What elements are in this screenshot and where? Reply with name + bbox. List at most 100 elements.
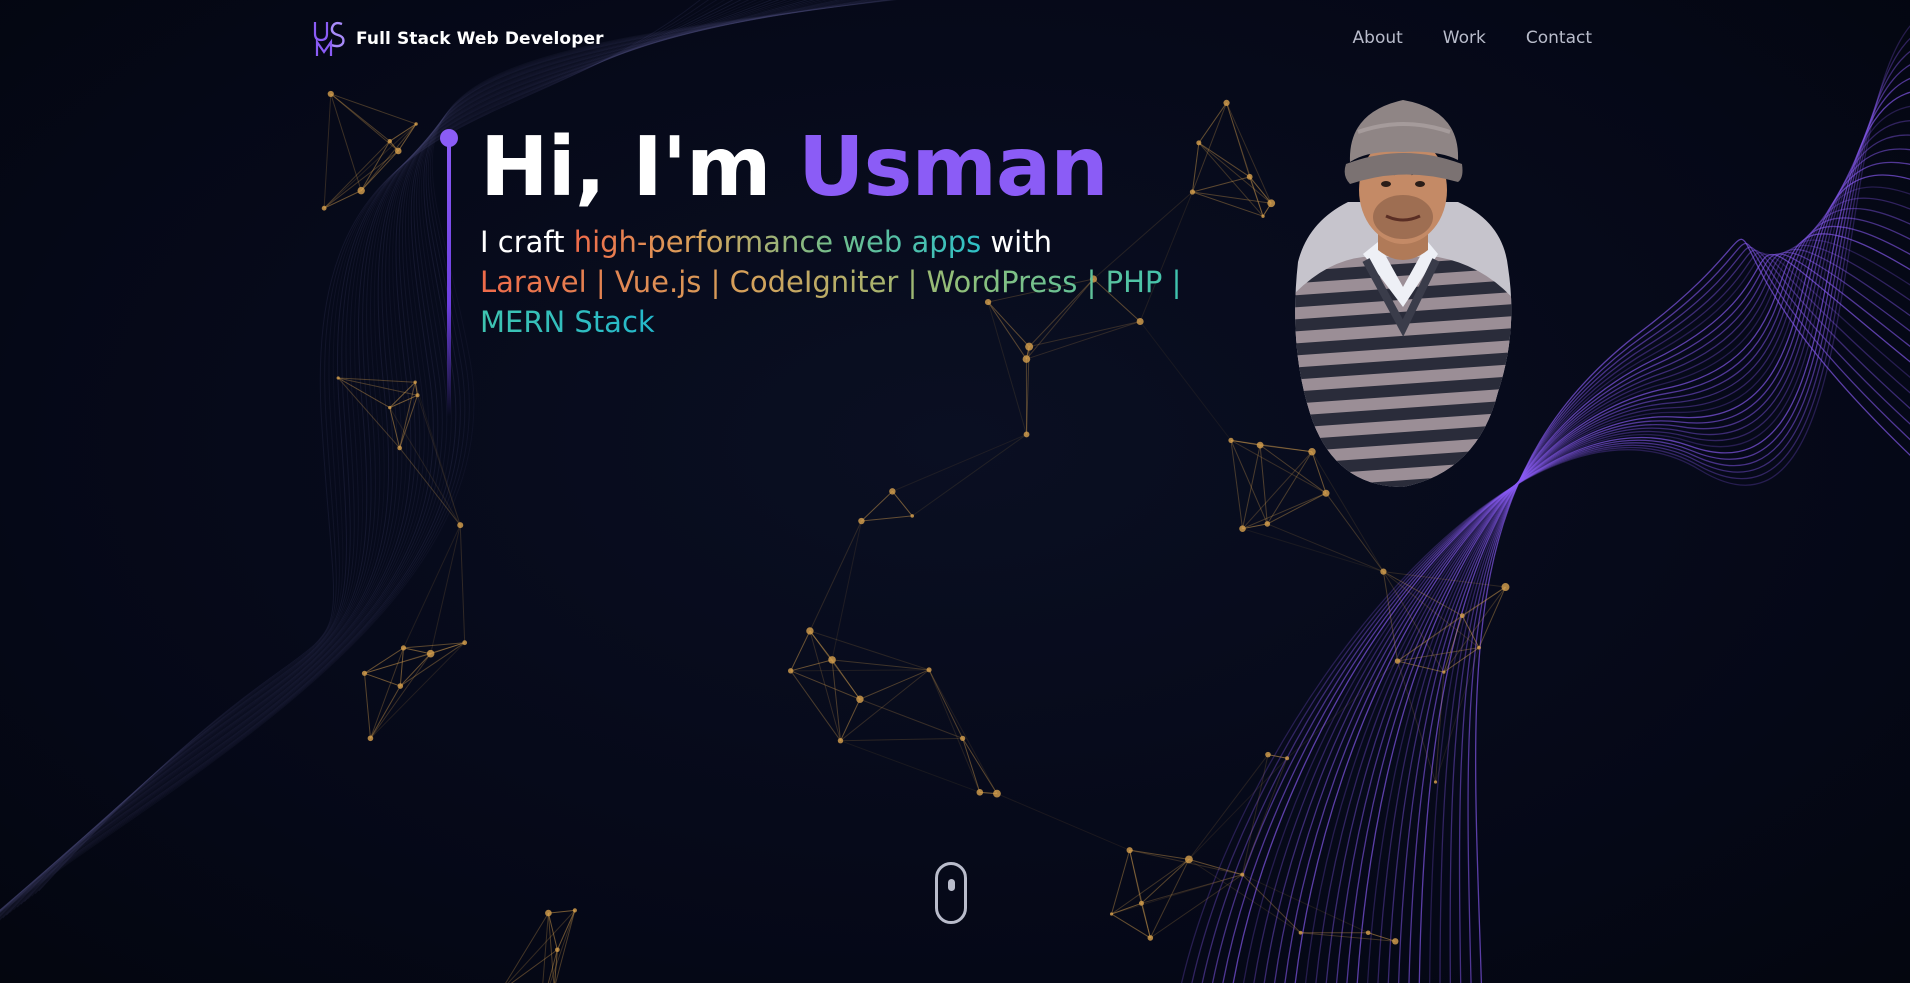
network-link — [1242, 492, 1327, 530]
network-node — [1025, 342, 1034, 351]
network-node — [397, 445, 402, 451]
mouse-wheel-icon — [948, 879, 955, 891]
network-node — [394, 147, 402, 155]
hero-accent-line — [447, 136, 451, 416]
nav-work[interactable]: Work — [1443, 28, 1486, 48]
network-node — [1240, 872, 1245, 877]
network-link — [1241, 874, 1301, 934]
network-link — [389, 407, 461, 526]
network-link — [790, 669, 930, 672]
network-link — [840, 699, 861, 741]
network-node — [426, 649, 435, 658]
network-link — [809, 630, 841, 741]
network-link — [364, 672, 401, 687]
network-link — [809, 520, 862, 632]
nav-contact[interactable]: Contact — [1526, 28, 1592, 48]
network-node — [555, 947, 560, 953]
network-link — [330, 93, 362, 191]
hero-accent-dot — [440, 129, 458, 147]
network-node — [926, 667, 932, 673]
network-link — [790, 659, 833, 672]
network-link — [1188, 858, 1243, 876]
network-node — [1138, 900, 1144, 906]
network-link — [1242, 528, 1384, 573]
network-link — [403, 524, 461, 649]
network-link — [369, 647, 404, 739]
network-node — [1265, 751, 1271, 758]
network-link — [831, 520, 862, 660]
network-link — [1192, 176, 1250, 193]
network-link — [459, 525, 466, 643]
network-node — [1264, 521, 1271, 527]
network-link — [1191, 102, 1228, 193]
usm-logo-icon — [313, 21, 345, 56]
hero-sub-prefix: I craft — [480, 225, 574, 259]
network-node — [1433, 780, 1438, 784]
hero-greeting: Hi, I'm — [480, 120, 799, 215]
network-link — [1111, 850, 1131, 915]
network-node — [336, 376, 340, 380]
network-node — [976, 789, 984, 796]
network-node — [1185, 855, 1193, 864]
network-node — [1477, 645, 1481, 650]
network-node — [1196, 140, 1202, 146]
network-link — [861, 515, 913, 522]
network-link — [1435, 647, 1480, 783]
network-link — [861, 491, 893, 522]
network-link — [962, 738, 998, 794]
network-node — [572, 908, 577, 913]
network-node — [1256, 441, 1264, 449]
network-link — [337, 377, 391, 409]
mouse-scroll-icon[interactable] — [935, 862, 967, 924]
network-link — [891, 491, 913, 517]
network-node — [960, 735, 966, 741]
brand[interactable]: Full Stack Web Developer — [312, 20, 604, 58]
network-node — [1442, 670, 1446, 674]
network-link — [928, 669, 981, 793]
hero-subtitle: I craft high-performance web apps with La… — [480, 222, 1240, 342]
network-node — [321, 205, 327, 211]
network-link — [840, 740, 980, 793]
network-node — [357, 186, 365, 195]
network-node — [457, 522, 464, 529]
network-link — [330, 93, 417, 125]
network-link — [1267, 492, 1327, 525]
network-node — [910, 514, 915, 518]
network-node — [545, 909, 552, 917]
network-link — [1129, 850, 1142, 904]
hero-tech-stack: Laravel | Vue.js | CodeIgniter | WordPre… — [480, 265, 1182, 339]
network-link — [831, 659, 841, 741]
network-link — [1241, 754, 1269, 875]
network-node — [413, 380, 417, 384]
network-link — [1249, 176, 1272, 204]
network-link — [1226, 102, 1272, 204]
network-link — [1198, 102, 1227, 144]
network-node — [361, 670, 368, 676]
network-link — [363, 673, 371, 739]
nav-about[interactable]: About — [1353, 28, 1403, 48]
network-link — [430, 525, 461, 654]
network-link — [790, 630, 811, 672]
network-link — [1111, 858, 1190, 915]
network-node — [856, 695, 864, 703]
network-node — [806, 627, 814, 635]
network-link — [1226, 102, 1251, 177]
network-node — [1022, 355, 1031, 363]
network-link — [996, 793, 1130, 851]
network-node — [828, 656, 836, 664]
network-node — [462, 640, 468, 646]
network-node — [889, 488, 896, 495]
network-link — [403, 647, 431, 655]
network-node — [1228, 437, 1234, 443]
network-node — [1023, 431, 1030, 438]
profile-photo — [1295, 100, 1512, 487]
network-link — [928, 669, 964, 739]
network-link — [1397, 660, 1444, 673]
network-node — [837, 737, 844, 744]
network-node — [388, 405, 392, 410]
network-link — [323, 140, 391, 209]
network-link — [859, 669, 930, 700]
network-node — [1109, 912, 1114, 916]
hero-page: Full Stack Web Developer About Work Cont… — [0, 0, 1910, 983]
network-node — [993, 789, 1001, 798]
